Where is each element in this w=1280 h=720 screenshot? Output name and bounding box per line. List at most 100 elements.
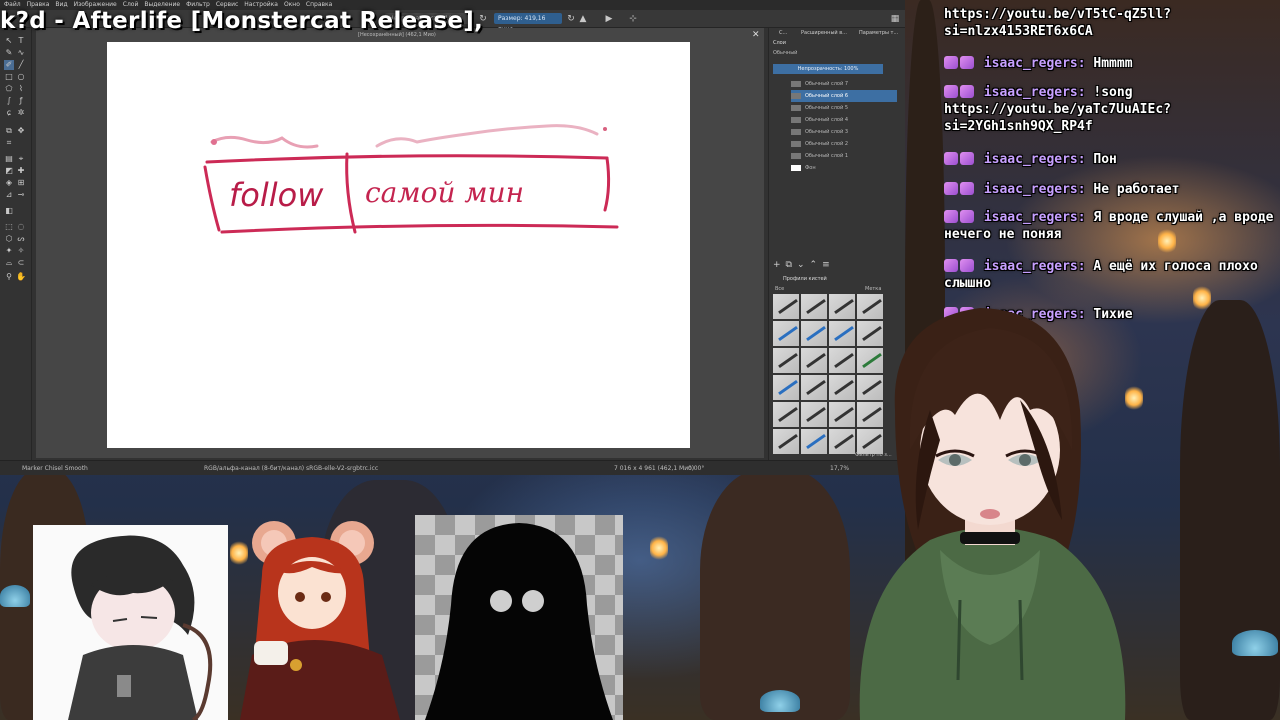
layer-row[interactable]: Обычный слой 4 <box>791 114 897 126</box>
assistant-tool-icon[interactable]: ⊿ <box>4 190 14 200</box>
bezier-tool-icon[interactable]: ∫ <box>4 96 14 106</box>
tree-trunk <box>700 470 850 720</box>
window-icon[interactable]: ▦ <box>890 14 900 24</box>
preset-tag-label[interactable]: Метка <box>865 286 881 292</box>
drawing-canvas[interactable]: follow самой мин <box>107 42 690 448</box>
tab-layers[interactable]: С... <box>779 29 787 38</box>
contiguous-select-icon[interactable]: ✦ <box>4 246 14 256</box>
chat-username: isaac_regers: <box>983 85 1086 100</box>
magnetic-select-icon[interactable]: ⊂ <box>16 258 26 268</box>
line-tool-icon[interactable]: ╱ <box>16 60 26 70</box>
brush-preset[interactable] <box>773 375 799 400</box>
multibrush-icon[interactable]: ✲ <box>16 108 26 118</box>
crop-tool-icon[interactable]: ⌗ <box>4 138 14 148</box>
chat-username: isaac_regers: <box>983 152 1086 167</box>
brush-preset[interactable] <box>801 429 827 454</box>
smart-patch-icon[interactable]: ✚ <box>16 166 26 176</box>
preset-tag-select[interactable]: Все <box>775 286 784 292</box>
subscriber-badge-icon <box>944 152 958 165</box>
canvas-rotation[interactable]: 0,00° <box>688 461 704 476</box>
move-down-icon[interactable]: ⌄ <box>797 260 810 270</box>
duplicate-layer-icon[interactable]: ⧉ <box>786 260 797 270</box>
vip-badge-icon <box>960 259 974 272</box>
brush-preset[interactable] <box>801 402 827 427</box>
ellipse-select-icon[interactable]: ◌ <box>16 222 26 232</box>
layer-row[interactable]: Обычный слой 7 <box>791 78 897 90</box>
layer-menu-icon[interactable]: ≡ <box>822 260 835 270</box>
brush-preset[interactable] <box>773 294 799 319</box>
box-left-line <box>203 165 221 232</box>
chat-username: isaac_regers: <box>983 182 1086 197</box>
chat-message: isaac_regers: Я вроде слушай ,а вроде не… <box>944 209 1280 243</box>
chat-text: Пон <box>1093 152 1117 167</box>
brush-tool-icon[interactable]: ✐ <box>4 60 14 70</box>
similar-select-icon[interactable]: ✧ <box>16 246 26 256</box>
current-brush[interactable]: Marker Chisel Smooth <box>22 461 88 476</box>
enclose-fill-icon[interactable]: ⊞ <box>16 178 26 188</box>
pin-icon[interactable]: ⊹ <box>628 14 638 24</box>
chat-text: Не работает <box>1093 182 1180 197</box>
layer-name: Обычный слой 3 <box>805 129 849 135</box>
mirror-icon[interactable]: ▲ <box>578 14 588 24</box>
close-document-icon[interactable]: ✕ <box>752 30 762 40</box>
calligraphy-icon[interactable]: ∿ <box>16 48 26 58</box>
zoom-tool-icon[interactable]: ⚲ <box>4 272 14 282</box>
measure-tool-icon[interactable]: ⊸ <box>16 190 26 200</box>
brush-preset[interactable] <box>801 375 827 400</box>
brush-preset[interactable] <box>773 429 799 454</box>
layer-row[interactable]: Обычный слой 1 <box>791 150 897 162</box>
brush-preset[interactable] <box>773 348 799 373</box>
freehand-select-icon[interactable]: ᔕ <box>16 234 26 244</box>
wrap-icon[interactable]: ▶ <box>604 14 614 24</box>
brush-preset[interactable] <box>773 402 799 427</box>
add-layer-icon[interactable]: + <box>773 260 786 270</box>
ellipse-tool-icon[interactable]: ○ <box>16 72 26 82</box>
layer-opacity-slider[interactable]: Непрозрачность: 100% <box>773 64 883 74</box>
edit-shape-icon[interactable]: ✎ <box>4 48 14 58</box>
brush-preset[interactable] <box>801 294 827 319</box>
move-tool-icon[interactable]: ✥ <box>16 126 26 136</box>
chat-overlay: https://youtu.be/vT5tC-qZ5ll?si=nlzx4153… <box>940 0 1280 330</box>
color-picker-icon[interactable]: ⌖ <box>16 154 26 164</box>
fill-tool-icon[interactable]: ◈ <box>4 178 14 188</box>
brush-presets-title: Профили кистей <box>783 276 827 282</box>
brush-preset[interactable] <box>801 348 827 373</box>
layer-name: Фон <box>805 165 816 171</box>
vip-badge-icon <box>960 56 974 69</box>
brush-size-field[interactable]: Размер: 419,16 пикс. <box>494 13 562 33</box>
polygon-select-icon[interactable]: ⬡ <box>4 234 14 244</box>
bezier-select-icon[interactable]: ⌓ <box>4 258 14 268</box>
faded-stroke <box>375 124 599 148</box>
move-up-icon[interactable]: ⌃ <box>810 260 823 270</box>
mushroom <box>760 690 800 712</box>
pan-tool-icon[interactable]: ✋ <box>16 272 26 282</box>
gradient-tool-icon[interactable]: ▤ <box>4 154 14 164</box>
brush-preset[interactable] <box>801 321 827 346</box>
layer-name: Обычный слой 1 <box>805 153 849 159</box>
layer-name: Обычный слой 4 <box>805 117 849 123</box>
reset-icon[interactable]: ↻ <box>566 14 576 24</box>
tab-advanced-color[interactable]: Расширенный в... <box>801 29 847 38</box>
layer-row-background[interactable]: Фон <box>791 162 897 174</box>
blend-mode-select[interactable]: Обычный <box>773 50 797 56</box>
chat-username: isaac_regers: <box>983 56 1086 71</box>
transform-tool-icon[interactable]: ⧉ <box>4 126 14 136</box>
reference-tool-icon[interactable]: ◧ <box>4 206 14 216</box>
rectangle-tool-icon[interactable]: □ <box>4 72 14 82</box>
tab-tool-options[interactable]: Параметры т... <box>859 29 898 38</box>
polygon-tool-icon[interactable]: ⬠ <box>4 84 14 94</box>
layer-row[interactable]: Обычный слой 5 <box>791 102 897 114</box>
freehand-path-icon[interactable]: ƒ <box>16 96 26 106</box>
dynamic-brush-icon[interactable]: ɕ <box>4 108 14 118</box>
layer-row[interactable]: Обычный слой 2 <box>791 138 897 150</box>
colorize-mask-icon[interactable]: ◩ <box>4 166 14 176</box>
rect-select-icon[interactable]: ⬚ <box>4 222 14 232</box>
layer-row-active[interactable]: Обычный слой 6 <box>791 90 897 102</box>
layer-thumbnail <box>791 104 801 111</box>
chat-username: isaac_regers: <box>983 210 1086 225</box>
canvas-drawing: follow самой мин <box>203 124 619 234</box>
now-playing-title: k?d - Afterlife [Monstercat Release], <box>0 8 484 34</box>
layer-row[interactable]: Обычный слой 3 <box>791 126 897 138</box>
polyline-tool-icon[interactable]: ⌇ <box>16 84 26 94</box>
brush-preset[interactable] <box>773 321 799 346</box>
